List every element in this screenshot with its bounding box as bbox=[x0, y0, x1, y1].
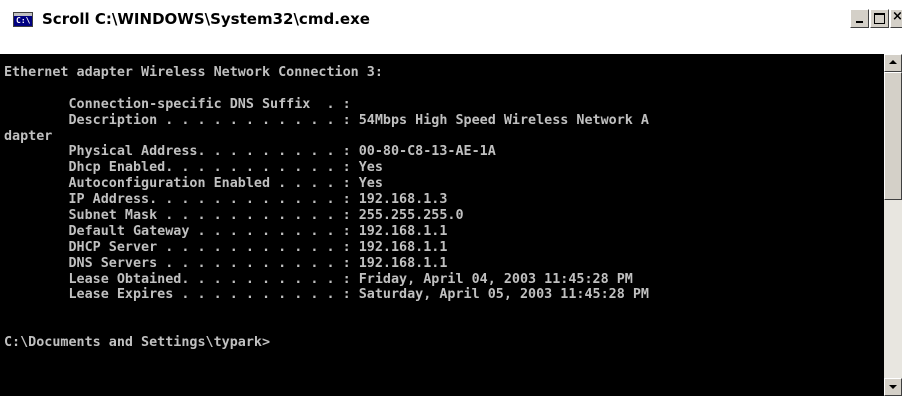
close-icon: × bbox=[892, 9, 902, 24]
console-line: Dhcp Enabled. . . . . . . . . . . : Yes bbox=[4, 160, 383, 176]
console-line: Ethernet adapter Wireless Network Connec… bbox=[4, 65, 383, 80]
console-line: Physical Address. . . . . . . . . : 00-8… bbox=[4, 144, 496, 160]
maximize-button[interactable] bbox=[870, 9, 889, 28]
console-line: DNS Servers . . . . . . . . . . . : 192.… bbox=[4, 255, 448, 271]
console-line: Lease Expires . . . . . . . . . . : Satu… bbox=[4, 287, 649, 303]
console-line: Connection-specific DNS Suffix . : bbox=[4, 96, 351, 112]
console-line: Default Gateway . . . . . . . . . : 192.… bbox=[4, 223, 448, 239]
console-output[interactable]: Ethernet adapter Wireless Network Connec… bbox=[0, 54, 884, 396]
console-line: Autoconfiguration Enabled . . . . : Yes bbox=[4, 176, 383, 192]
console-line: IP Address. . . . . . . . . . . . : 192.… bbox=[4, 192, 448, 208]
cmd-icon-glyph: C:\ bbox=[16, 16, 31, 25]
vertical-scrollbar[interactable] bbox=[884, 54, 902, 396]
console-line: Subnet Mask . . . . . . . . . . . : 255.… bbox=[4, 208, 464, 224]
arrow-down-icon bbox=[889, 385, 897, 389]
cmd-icon[interactable]: C:\ bbox=[13, 12, 33, 27]
console-text: Ethernet adapter Wireless Network Connec… bbox=[4, 65, 649, 351]
close-button[interactable]: × bbox=[890, 9, 902, 28]
arrow-up-icon bbox=[889, 60, 897, 64]
scroll-thumb[interactable] bbox=[884, 72, 902, 200]
title-gap bbox=[0, 40, 902, 54]
cmd-window: C:\ Scroll C:\WINDOWS\System32\cmd.exe ×… bbox=[0, 0, 902, 396]
minimize-button[interactable] bbox=[850, 9, 869, 28]
scroll-down-button[interactable] bbox=[884, 378, 902, 396]
scroll-up-button[interactable] bbox=[884, 54, 902, 72]
console-line: Description . . . . . . . . . . . : 54Mb… bbox=[4, 112, 649, 128]
console-line: C:\Documents and Settings\typark> bbox=[4, 335, 271, 351]
console-line: Lease Obtained. . . . . . . . . . : Frid… bbox=[4, 271, 633, 287]
title-bar[interactable]: C:\ Scroll C:\WINDOWS\System32\cmd.exe × bbox=[0, 0, 902, 41]
console-line: dapter bbox=[4, 128, 53, 144]
console-line: DHCP Server . . . . . . . . . . . : 192.… bbox=[4, 239, 448, 255]
window-title: Scroll C:\WINDOWS\System32\cmd.exe bbox=[42, 10, 370, 28]
